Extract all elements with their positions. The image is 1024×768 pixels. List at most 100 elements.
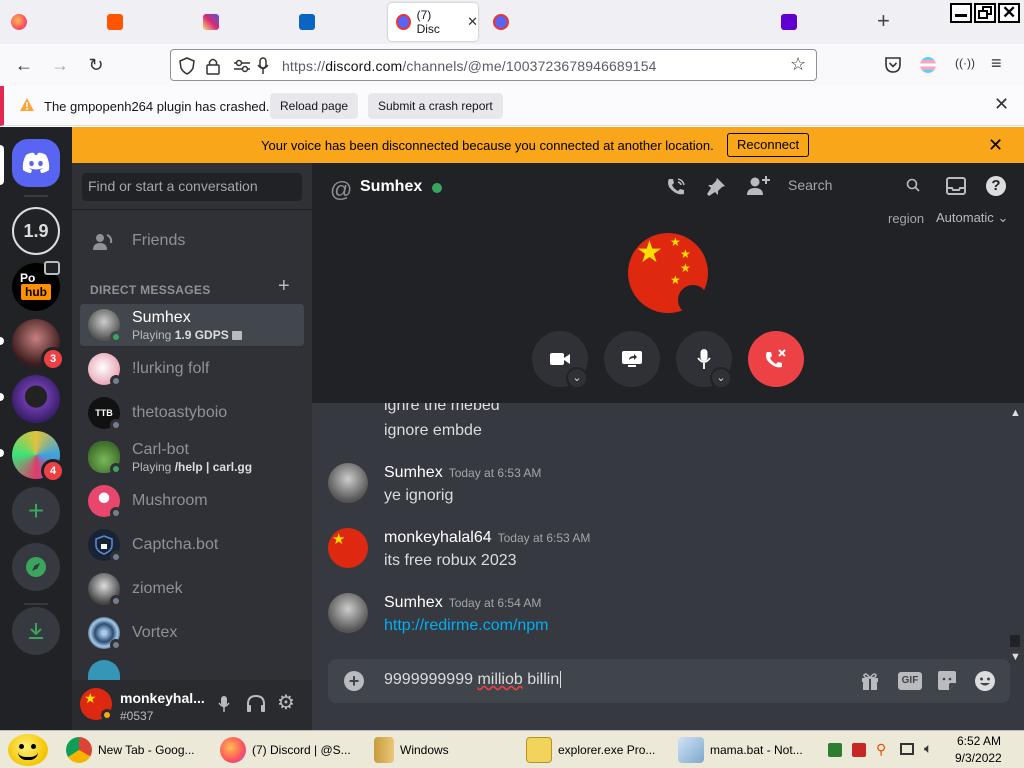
add-friends-to-dm-icon[interactable] [746, 175, 770, 197]
hamburger-menu-icon[interactable]: ≡ [991, 53, 1002, 74]
server-divider [24, 603, 48, 605]
dm-item-lurking-folf[interactable]: !lurking folf [80, 348, 304, 390]
scroll-down-arrow-icon[interactable]: ▼ [1010, 651, 1021, 663]
help-icon[interactable]: ? [986, 176, 1006, 196]
server-sidebar: 1.9 Po hub 3 4 + [0, 127, 72, 730]
offline-status-icon [110, 507, 122, 519]
new-tab-button[interactable]: + [877, 10, 890, 32]
message-author[interactable]: Sumhex Today at 6:54 AM [384, 594, 541, 612]
message-input[interactable]: 9999999999 milliob billin [384, 671, 562, 689]
mic-options-chevron-icon[interactable]: ⌄ [710, 367, 732, 389]
online-status-icon [110, 463, 122, 475]
message-avatar[interactable] [328, 463, 368, 503]
forward-arrow-icon[interactable]: → [48, 53, 72, 77]
channel-search-input[interactable]: Search [782, 173, 926, 197]
lock-icon[interactable] [206, 57, 220, 75]
tray-app-icon[interactable] [852, 743, 866, 757]
download-apps-button[interactable] [12, 607, 60, 655]
bookmark-star-icon[interactable]: ☆ [790, 54, 806, 75]
taskbar-item-chrome[interactable]: New Tab - Goog... [66, 734, 195, 766]
gif-picker-icon[interactable]: GIF [898, 672, 922, 690]
tray-display-icon[interactable] [900, 743, 914, 755]
server-divider [24, 195, 48, 197]
dm-search-input[interactable]: Find or start a conversation [82, 173, 302, 201]
upload-plus-icon[interactable]: + [344, 671, 364, 691]
tab-outlook[interactable] [292, 3, 322, 41]
reconnect-button[interactable]: Reconnect [727, 133, 810, 157]
scrollbar-thumb[interactable] [1010, 635, 1020, 647]
message-avatar[interactable]: ★ [328, 528, 368, 568]
url-text[interactable]: https://discord.com/channels/@me/1003723… [282, 58, 657, 74]
clock-time[interactable]: 6:52 AM [957, 734, 1001, 748]
tray-search-icon[interactable]: ⚲ [876, 741, 886, 758]
tray-network-icon[interactable] [828, 743, 842, 757]
taskbar-item-windows[interactable]: Windows [374, 734, 449, 766]
extension-icon[interactable]: ((·)) [955, 56, 975, 70]
restore-window-button[interactable] [974, 3, 996, 23]
submit-crash-report-button[interactable]: Submit a crash report [368, 93, 503, 119]
call-participant-avatar[interactable]: ★ ★ ★ ★ ★ [628, 233, 708, 313]
back-arrow-icon[interactable]: ← [12, 53, 36, 77]
taskbar-item-firefox[interactable]: (7) Discord | @S... [220, 734, 351, 766]
dm-item-sumhex[interactable]: Sumhex Playing 1.9 GDPS [80, 304, 304, 346]
pin-icon[interactable] [706, 177, 726, 197]
sticker-icon[interactable] [936, 670, 958, 692]
dm-item-carl-bot[interactable]: Carl-bot Playing /help | carl.gg [80, 436, 304, 478]
microphone-icon[interactable] [218, 695, 230, 713]
reload-page-button[interactable]: Reload page [270, 93, 359, 119]
clock-date[interactable]: 9/3/2022 [955, 751, 1002, 765]
taskbar-item-explorer[interactable]: explorer.exe Pro... [526, 734, 655, 766]
add-server-button[interactable]: + [12, 487, 60, 535]
gear-icon[interactable]: ⚙ [277, 690, 295, 715]
message-author[interactable]: Sumhex Today at 6:53 AM [384, 464, 541, 482]
microphone-permission-icon[interactable] [257, 57, 269, 75]
start-button-icon[interactable] [8, 734, 48, 766]
tab-firefox[interactable] [4, 3, 34, 41]
dm-item-mushroom[interactable]: Mushroom [80, 480, 304, 522]
close-tab-icon[interactable]: ✕ [467, 14, 478, 30]
inbox-icon[interactable] [946, 177, 966, 195]
dm-name: Vortex [132, 624, 178, 641]
pocket-icon[interactable] [884, 56, 902, 74]
address-bar[interactable]: https://discord.com/channels/@me/1003723… [170, 49, 817, 81]
author-name: Sumhex [384, 464, 443, 481]
discord-home-button[interactable] [12, 139, 60, 187]
tab-yahoo[interactable] [774, 3, 804, 41]
explore-servers-button[interactable] [12, 543, 60, 591]
tab-discord-active[interactable]: (7) Disc ✕ [388, 3, 478, 41]
start-voice-call-icon[interactable] [666, 177, 686, 197]
headphones-icon[interactable] [246, 695, 266, 713]
tab-instagram[interactable] [196, 3, 226, 41]
shield-icon[interactable] [179, 57, 195, 75]
dm-item-captcha-bot[interactable]: Captcha.bot [80, 524, 304, 566]
message-avatar[interactable] [328, 593, 368, 633]
emoji-picker-icon[interactable] [974, 670, 996, 692]
reload-icon[interactable]: ↻ [84, 53, 108, 77]
close-notification-icon[interactable]: ✕ [994, 94, 1009, 115]
server-purple-icon[interactable] [12, 375, 60, 423]
dm-name: thetoastyboio [132, 404, 228, 421]
gift-icon[interactable] [860, 671, 880, 691]
dm-item-ziomek[interactable]: ziomek [80, 568, 304, 610]
friends-nav-item[interactable]: Friends [80, 221, 304, 263]
minimize-window-button[interactable] [950, 3, 972, 23]
permissions-icon[interactable] [233, 59, 251, 73]
scroll-up-arrow-icon[interactable]: ▲ [1010, 407, 1021, 419]
message-author[interactable]: monkeyhalal64 Today at 6:53 AM [384, 529, 590, 547]
create-dm-plus-icon[interactable]: + [278, 275, 290, 298]
tab-soundcloud[interactable] [100, 3, 130, 41]
dm-item-vortex[interactable]: Vortex [80, 612, 304, 654]
tray-volume-icon[interactable]: 🔈︎ [924, 740, 932, 757]
taskbar-item-notepad[interactable]: mama.bat - Not... [678, 734, 803, 766]
camera-options-chevron-icon[interactable]: ⌄ [566, 367, 588, 389]
close-banner-icon[interactable]: ✕ [988, 135, 1003, 156]
message-link[interactable]: http://redirme.com/npm [384, 617, 549, 635]
dm-item-thetoastyboio[interactable]: TTB thetoastyboio [80, 392, 304, 434]
close-window-button[interactable]: ✕ [998, 3, 1020, 23]
share-screen-button[interactable] [604, 331, 660, 387]
disconnect-call-button[interactable] [748, 331, 804, 387]
account-avatar-icon[interactable] [920, 57, 936, 73]
server-version-icon[interactable]: 1.9 [12, 207, 60, 255]
tab-discord-2[interactable] [486, 3, 516, 41]
region-select[interactable]: Automatic ⌄ [936, 210, 1008, 226]
